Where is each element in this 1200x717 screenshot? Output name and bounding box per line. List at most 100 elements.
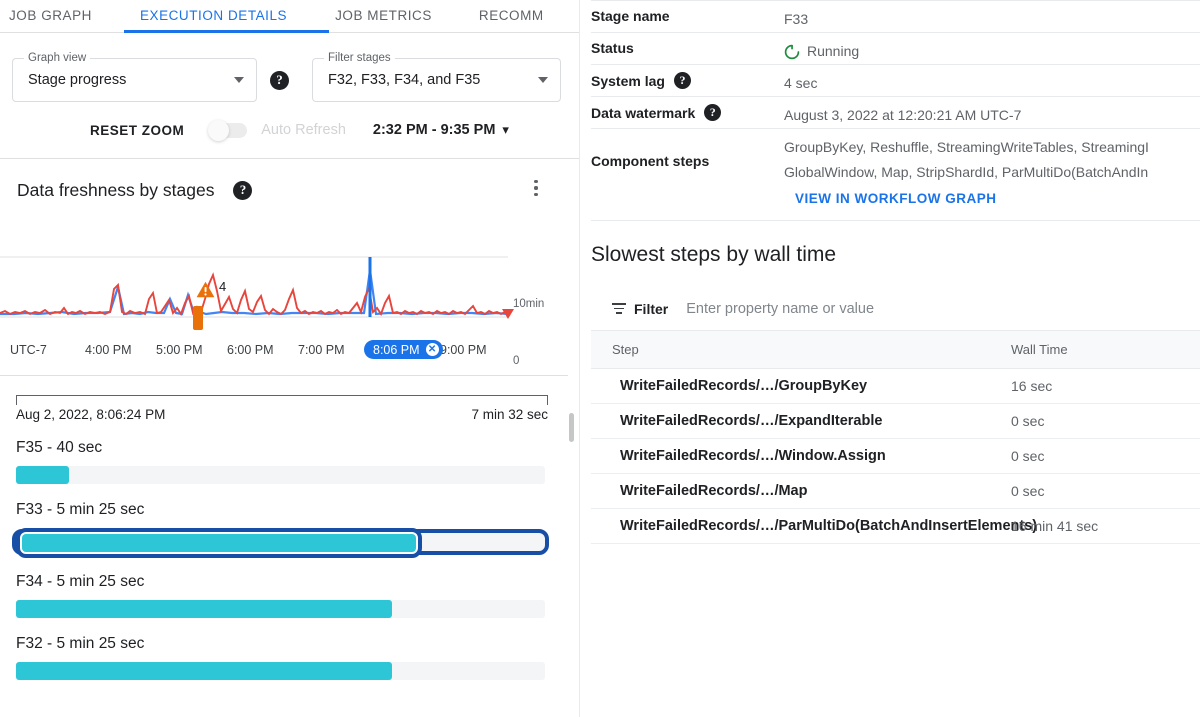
- stage-progress-fill: [22, 534, 416, 552]
- tab-bar: JOB GRAPH EXECUTION DETAILS JOB METRICS …: [0, 0, 579, 33]
- stage-row-f32[interactable]: F32 - 5 min 25 sec: [16, 635, 567, 680]
- system-lag-help-icon[interactable]: ?: [674, 72, 691, 89]
- chart-cursor-chip[interactable]: 8:06 PM ✕: [364, 340, 443, 359]
- detail-value: F33: [784, 7, 808, 32]
- step-wall-time: 0 sec: [1011, 413, 1044, 429]
- time-range-selector[interactable]: 2:32 PM - 9:35 PM ▾: [373, 122, 509, 138]
- tab-recommendations[interactable]: RECOMM: [479, 0, 544, 23]
- x-tick-3: 6:00 PM: [227, 343, 274, 357]
- timeline-start-time: Aug 2, 2022, 8:06:24 PM: [16, 407, 165, 422]
- stage-progress-selected-outline: [16, 528, 422, 558]
- chart-help-icon[interactable]: ?: [233, 181, 252, 200]
- slowest-steps-title: Slowest steps by wall time: [580, 221, 1200, 267]
- column-header-step[interactable]: Step: [591, 342, 1011, 357]
- view-in-workflow-graph-link[interactable]: VIEW IN WORKFLOW GRAPH: [795, 191, 996, 206]
- time-range-value: 2:32 PM - 9:35 PM: [373, 122, 496, 138]
- stage-row-f34[interactable]: F34 - 5 min 25 sec: [16, 573, 567, 618]
- chart-warning-bar[interactable]: [193, 306, 203, 330]
- chevron-down-icon[interactable]: [234, 77, 244, 83]
- stage-label: F32 - 5 min 25 sec: [16, 635, 567, 653]
- stage-label: F34 - 5 min 25 sec: [16, 573, 567, 591]
- detail-value: August 3, 2022 at 12:20:21 AM UTC-7: [784, 103, 1021, 128]
- graph-view-help-icon[interactable]: ?: [270, 71, 289, 90]
- step-name: WriteFailedRecords/…/ParMultiDo(BatchAnd…: [591, 518, 1011, 534]
- filter-icon: [612, 303, 626, 313]
- table-row[interactable]: WriteFailedRecords/…/ExpandIterable 0 se…: [591, 404, 1200, 439]
- detail-key: System lag ?: [591, 71, 784, 89]
- chart-warning-marker[interactable]: 4: [196, 281, 226, 298]
- filter-stages-select[interactable]: Filter stages F32, F33, F34, and F35: [312, 58, 561, 102]
- chevron-down-icon[interactable]: [538, 77, 548, 83]
- chart-title: Data freshness by stages: [17, 180, 214, 201]
- auto-refresh-label: Auto Refresh: [261, 122, 346, 138]
- stage-progress-fill: [16, 600, 392, 618]
- table-row[interactable]: WriteFailedRecords/…/Window.Assign 0 sec: [591, 439, 1200, 474]
- tab-job-metrics[interactable]: JOB METRICS: [335, 0, 432, 23]
- component-steps-line-1: GroupByKey, Reshuffle, StreamingWriteTab…: [784, 135, 1149, 160]
- detail-key: Component steps: [591, 135, 784, 185]
- running-refresh-icon: [784, 44, 800, 60]
- timeline-bracket: [16, 395, 548, 405]
- detail-value: 4 sec: [784, 71, 817, 96]
- filter-stages-label: Filter stages: [324, 51, 395, 65]
- scrollbar-thumb[interactable]: [569, 413, 574, 442]
- freshness-line-chart: [0, 213, 580, 343]
- detail-key: Data watermark ?: [591, 103, 784, 121]
- detail-key-label: System lag: [591, 73, 665, 89]
- close-icon[interactable]: ✕: [426, 343, 439, 356]
- zoom-controls-row: RESET ZOOM Auto Refresh 2:32 PM - 9:35 P…: [0, 102, 579, 138]
- graph-view-select[interactable]: Graph view Stage progress: [12, 58, 257, 102]
- auto-refresh-toggle[interactable]: [211, 123, 247, 138]
- more-vert-icon[interactable]: [526, 174, 546, 202]
- timeline-duration: 7 min 32 sec: [471, 407, 548, 422]
- chart-card-divider: [0, 375, 568, 376]
- detail-row-component-steps: Component steps GroupByKey, Reshuffle, S…: [591, 129, 1200, 208]
- stage-progress-track: [16, 466, 545, 484]
- table-header-row: Step Wall Time: [591, 331, 1200, 369]
- chart-cursor-time: 8:06 PM: [373, 343, 420, 357]
- step-wall-time: 16 min 41 sec: [1011, 518, 1098, 534]
- step-wall-time: 16 sec: [1011, 378, 1052, 394]
- stage-progress-card: Aug 2, 2022, 8:06:24 PM 7 min 32 sec F35…: [0, 376, 579, 680]
- step-wall-time: 0 sec: [1011, 448, 1044, 464]
- stage-row-f35[interactable]: F35 - 40 sec: [16, 439, 567, 484]
- stage-progress-track: [16, 600, 545, 618]
- controls-row: Graph view Stage progress ? Filter stage…: [0, 33, 579, 102]
- left-panel-scrollbar[interactable]: [567, 0, 579, 717]
- data-watermark-help-icon[interactable]: ?: [704, 104, 721, 121]
- column-header-wall-time[interactable]: Wall Time: [1011, 342, 1068, 357]
- x-tick-1: 4:00 PM: [85, 343, 132, 357]
- graph-view-value: Stage progress: [28, 72, 234, 88]
- chart-x-axis: UTC-7 4:00 PM 5:00 PM 6:00 PM 7:00 PM 9:…: [0, 343, 580, 365]
- x-axis-timezone-label: UTC-7: [10, 343, 47, 357]
- stage-row-f33[interactable]: F33 - 5 min 25 sec: [16, 501, 567, 556]
- data-freshness-chart-card: Data freshness by stages ?: [0, 159, 579, 376]
- x-tick-6: 9:00 PM: [440, 343, 487, 357]
- detail-value: Running: [784, 39, 859, 64]
- stage-progress-track: [16, 662, 545, 680]
- stage-label: F35 - 40 sec: [16, 439, 567, 457]
- filter-label: Filter: [634, 301, 668, 317]
- detail-row-status: Status Running: [591, 33, 1200, 65]
- tab-job-graph[interactable]: JOB GRAPH: [9, 0, 92, 23]
- tab-execution-details[interactable]: EXECUTION DETAILS: [140, 0, 287, 23]
- y-axis-max-label: 10min: [513, 298, 544, 310]
- table-row[interactable]: WriteFailedRecords/…/GroupByKey 16 sec: [591, 369, 1200, 404]
- table-row[interactable]: WriteFailedRecords/…/Map 0 sec: [591, 474, 1200, 509]
- x-tick-4: 7:00 PM: [298, 343, 345, 357]
- component-steps-line-2: GlobalWindow, Map, StripShardId, ParMult…: [784, 160, 1149, 185]
- reset-zoom-button[interactable]: RESET ZOOM: [90, 123, 184, 138]
- x-tick-2: 5:00 PM: [156, 343, 203, 357]
- stage-label: F33 - 5 min 25 sec: [16, 501, 567, 519]
- chevron-down-icon: ▾: [502, 122, 509, 138]
- detail-row-stage-name: Stage name F33: [591, 0, 1200, 33]
- chart-plot-area[interactable]: 4 10min 0: [0, 213, 580, 343]
- step-name: WriteFailedRecords/…/Window.Assign: [591, 448, 1011, 464]
- filter-button[interactable]: Filter: [612, 301, 668, 317]
- table-row[interactable]: WriteFailedRecords/…/ParMultiDo(BatchAnd…: [591, 509, 1200, 544]
- left-panel: JOB GRAPH EXECUTION DETAILS JOB METRICS …: [0, 0, 580, 717]
- step-wall-time: 0 sec: [1011, 483, 1044, 499]
- filter-input[interactable]: [686, 301, 1086, 317]
- stage-progress-fill: [16, 662, 392, 680]
- filter-row: Filter: [591, 287, 1200, 331]
